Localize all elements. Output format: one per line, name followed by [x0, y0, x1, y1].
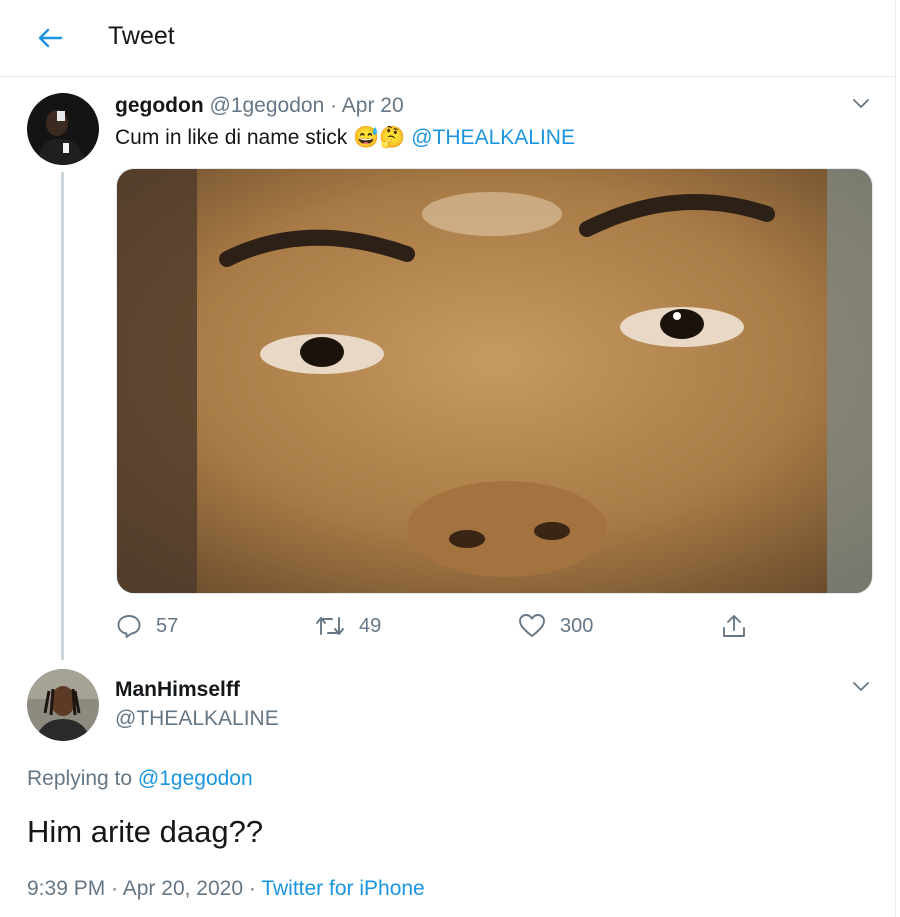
retweet-action[interactable]: 49 [315, 612, 381, 640]
tweet-page: Tweet gegodon @1gegodon · Apr 20 Cum in … [0, 0, 896, 917]
reply-time[interactable]: 9:39 PM [27, 877, 105, 900]
header-separator: · [330, 94, 338, 117]
reply-meta: 9:39 PM · Apr 20, 2020 · Twitter for iPh… [27, 877, 425, 901]
emoji-sweat-smile: 😅 [353, 126, 380, 149]
like-count: 300 [560, 614, 594, 637]
tweet-header: gegodon @1gegodon · Apr 20 [115, 94, 404, 118]
share-action[interactable] [721, 612, 761, 640]
chevron-down-icon[interactable] [850, 93, 872, 115]
avatar-manhimselff[interactable] [27, 669, 99, 741]
reply-action[interactable]: 57 [116, 612, 178, 640]
meta-separator-2: · [248, 877, 256, 900]
reply-author-name[interactable]: ManHimselff [115, 678, 240, 702]
chevron-down-icon[interactable] [850, 676, 872, 698]
emoji-thinking: 🤔 [379, 126, 406, 149]
tweet-date[interactable]: Apr 20 [342, 94, 404, 117]
replying-to: Replying to @1gegodon [27, 767, 253, 791]
reply-date[interactable]: Apr 20, 2020 [123, 877, 243, 900]
retweet-icon [316, 617, 344, 635]
thread-line [61, 172, 64, 660]
back-button[interactable] [30, 20, 70, 56]
retweet-count: 49 [359, 614, 382, 637]
reply-source[interactable]: Twitter for iPhone [261, 877, 424, 900]
replying-prefix: Replying to [27, 767, 133, 790]
mention-link[interactable]: @THEALKALINE [411, 126, 575, 149]
meta-separator-1: · [111, 877, 119, 900]
page-title: Tweet [108, 22, 175, 50]
replying-to-link[interactable]: @1gegodon [138, 767, 253, 790]
reply-text: Him arite daag?? [27, 814, 264, 849]
tweet-media-image[interactable] [116, 168, 873, 594]
page-header: Tweet [0, 0, 896, 77]
author-handle[interactable]: @1gegodon [210, 94, 325, 117]
reply-count: 57 [156, 614, 179, 637]
share-icon [723, 615, 745, 637]
like-icon [519, 614, 545, 637]
reply-author-handle[interactable]: @THEALKALINE [115, 707, 279, 731]
tweet-text: Cum in like di name stick 😅🤔 @THEALKALIN… [115, 126, 575, 150]
back-arrow-icon [38, 28, 63, 48]
author-name[interactable]: gegodon [115, 94, 204, 117]
like-action[interactable]: 300 [518, 612, 593, 640]
reply-icon [117, 615, 141, 638]
tweet-body: Cum in like di name stick [115, 126, 348, 149]
avatar-gegodon[interactable] [27, 93, 99, 165]
